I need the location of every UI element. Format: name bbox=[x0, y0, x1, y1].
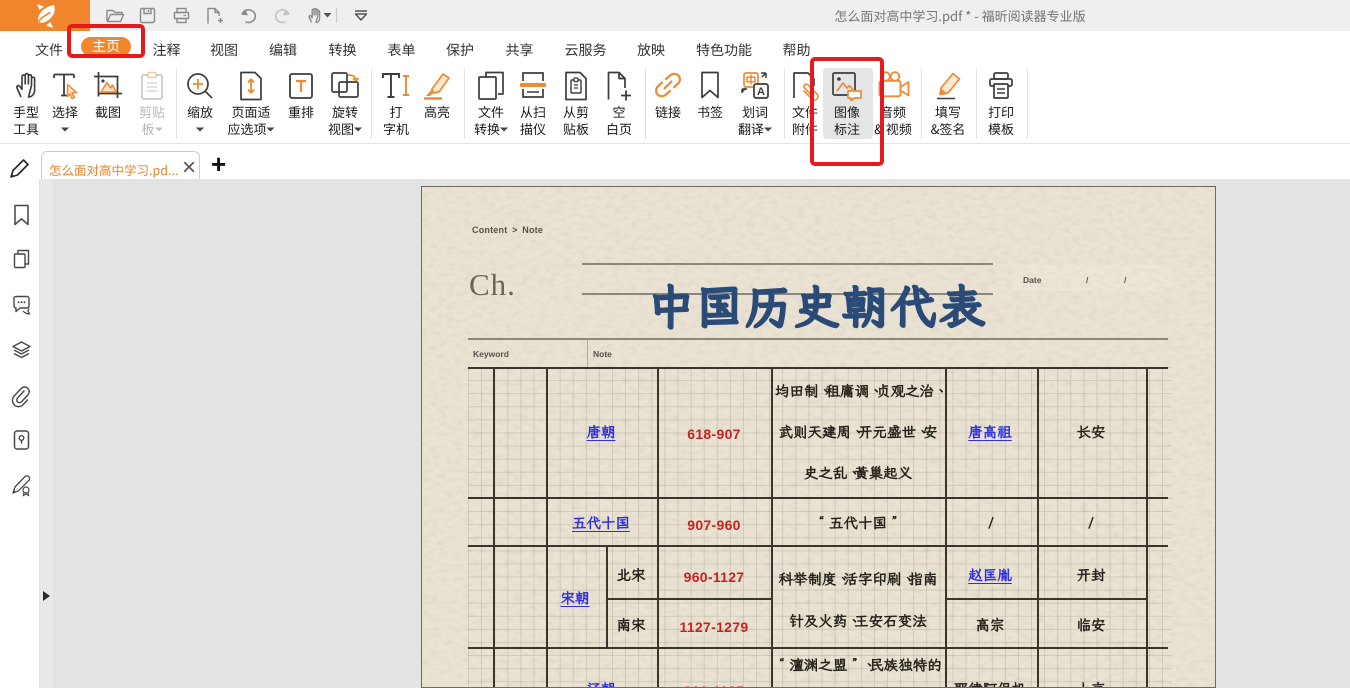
svg-text:A: A bbox=[757, 86, 765, 98]
